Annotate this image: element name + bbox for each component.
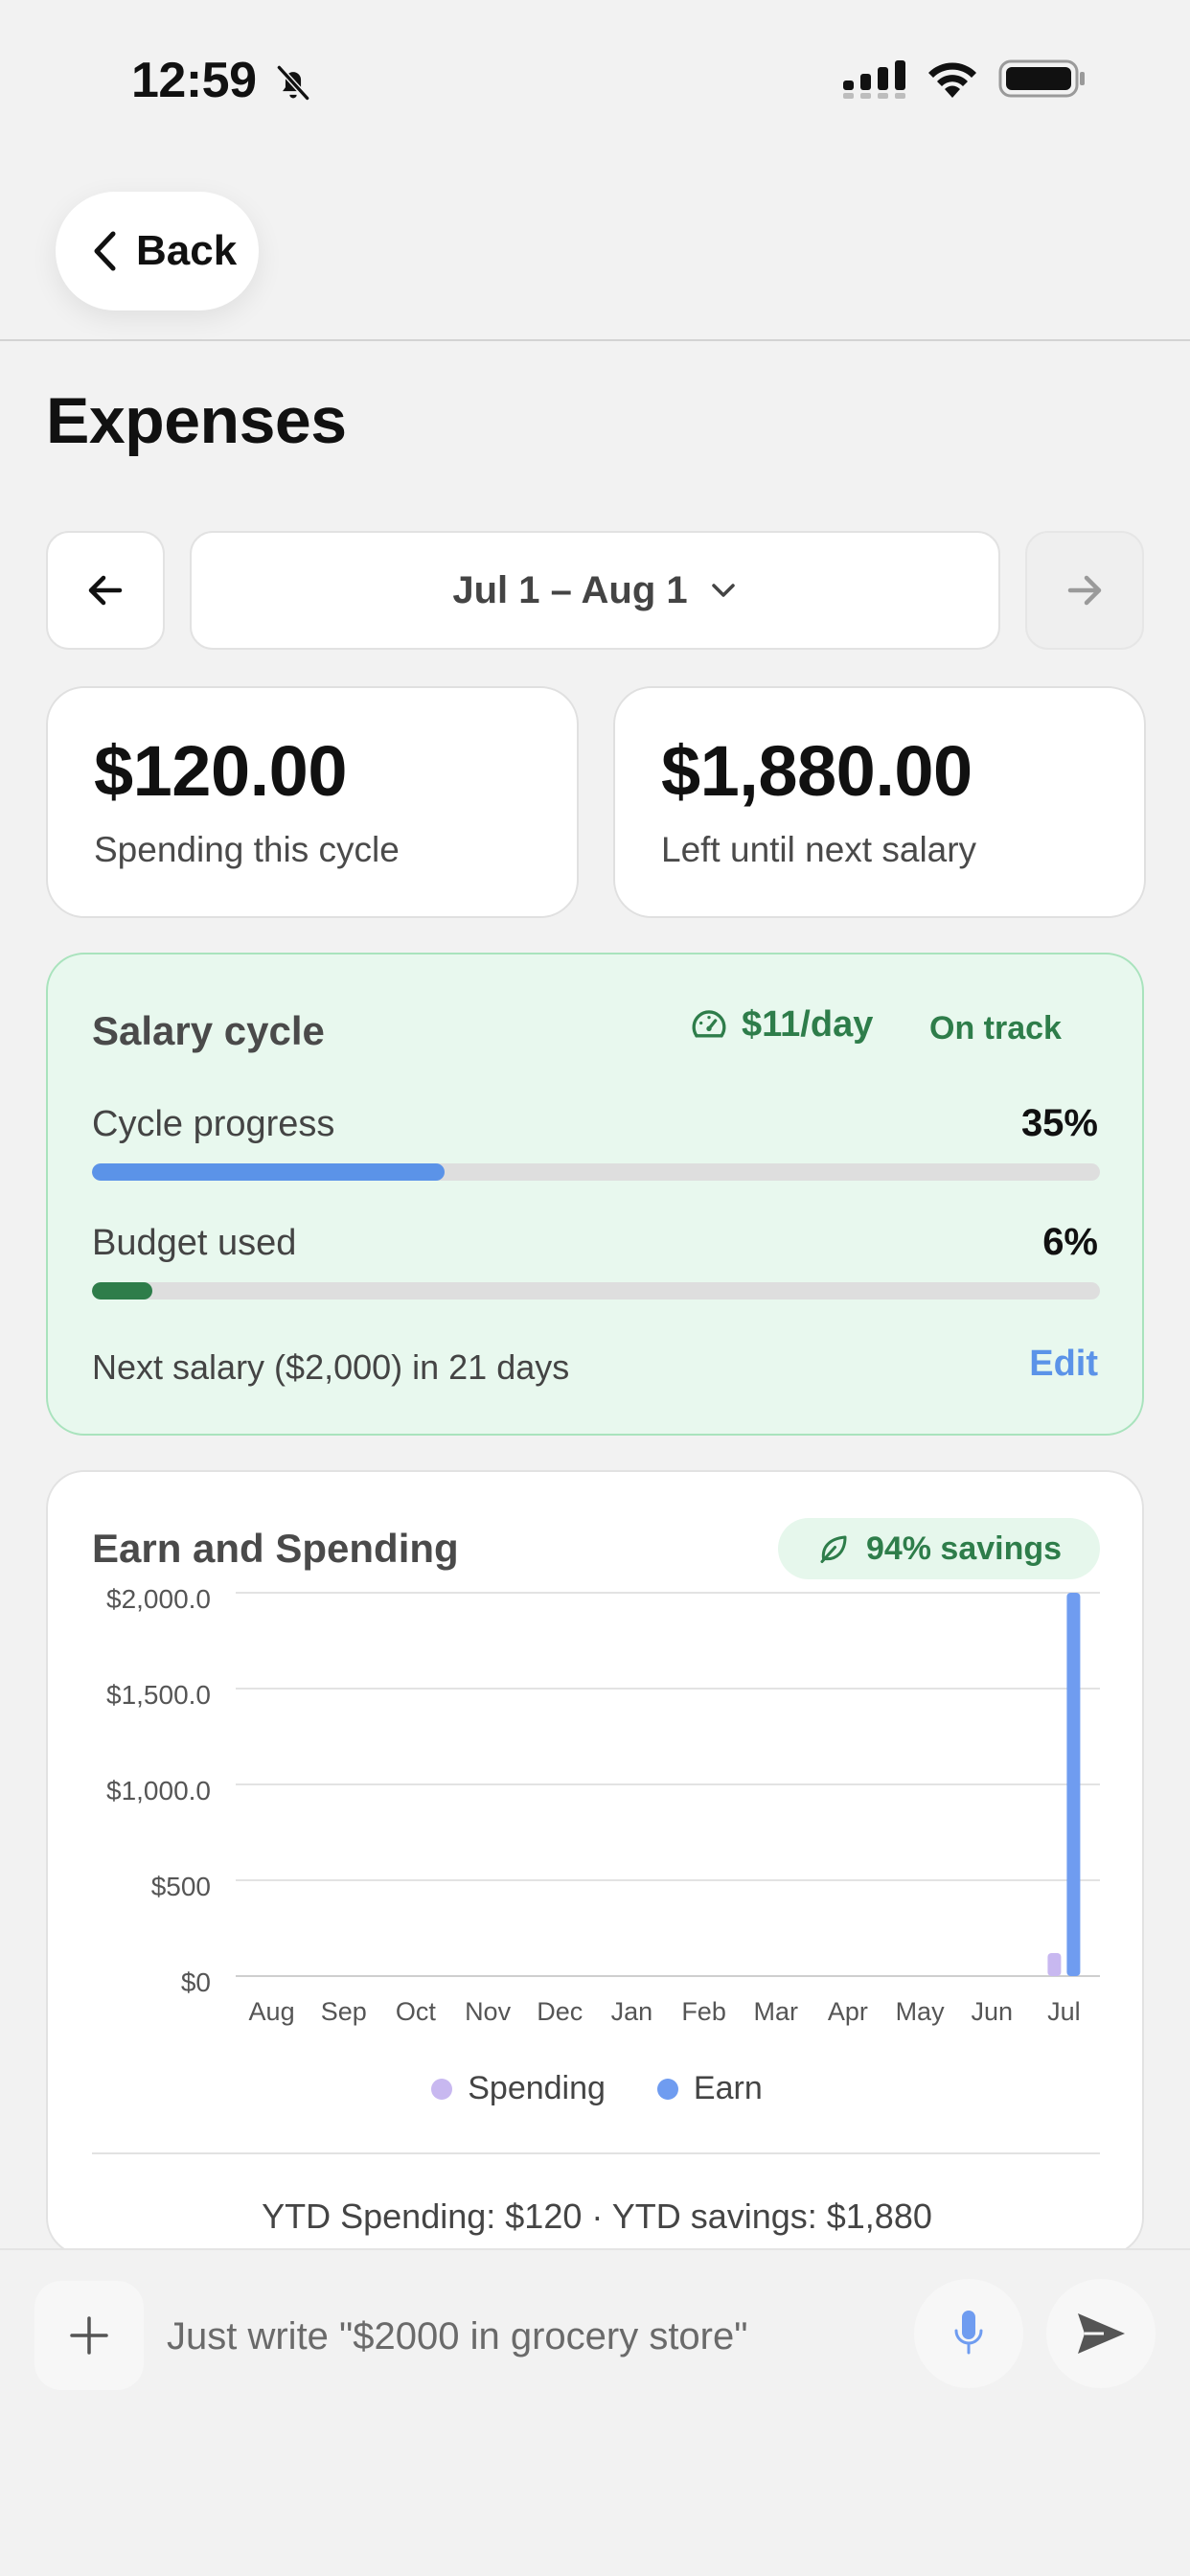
- bar-spending: [1047, 1953, 1062, 1976]
- daily-rate: $11/day: [690, 1004, 873, 1046]
- y-tick-label: $0: [181, 1967, 211, 1997]
- spending-stat-card: $120.00 Spending this cycle: [46, 686, 579, 918]
- x-tick-label: Oct: [396, 1997, 437, 2026]
- bar-earn: [1066, 1593, 1081, 1976]
- bell-muted-icon: [277, 65, 309, 101]
- remaining-label: Left until next salary: [661, 830, 977, 869]
- period-selector[interactable]: Jul 1 – Aug 1: [190, 531, 1000, 650]
- daily-rate-value: $11/day: [742, 1004, 874, 1045]
- header-divider: [0, 339, 1190, 341]
- earn-spending-card: Earn and Spending 94% savings $2,000.0 $1…: [46, 1470, 1144, 2256]
- page-title: Expenses: [46, 384, 347, 457]
- remaining-amount: $1,880.00: [661, 731, 973, 811]
- send-button[interactable]: [1046, 2279, 1156, 2388]
- edit-salary-button[interactable]: Edit: [1029, 1344, 1098, 1385]
- period-label: Jul 1 – Aug 1: [452, 568, 688, 611]
- next-period-button[interactable]: [1025, 531, 1144, 650]
- x-tick-label: Feb: [681, 1997, 726, 2026]
- legend-dot: [431, 2078, 453, 2100]
- back-label: Back: [136, 227, 238, 274]
- budget-used-value: 6%: [1042, 1221, 1098, 1263]
- x-tick-label: May: [896, 1997, 946, 2026]
- microphone-button[interactable]: [914, 2279, 1023, 2388]
- composer-bar: Just write "$2000 in grocery store": [0, 2248, 1190, 2576]
- savings-badge-label: 94% savings: [865, 1530, 1063, 1567]
- expense-input[interactable]: Just write "$2000 in grocery store": [167, 2287, 895, 2386]
- previous-period-button[interactable]: [46, 531, 165, 650]
- savings-badge: 94% savings: [778, 1518, 1100, 1579]
- legend-label: Spending: [468, 2070, 606, 2106]
- budget-used-bar: [92, 1282, 1100, 1300]
- status-time: 12:59: [131, 53, 257, 108]
- x-tick-label: Sep: [321, 1997, 367, 2026]
- x-tick-label: Apr: [828, 1997, 868, 2026]
- budget-used-fill: [92, 1282, 153, 1300]
- earn-spending-chart: $2,000.0 $1,500.0 $1,000.0 $500 $0 Aug Sep Oct N…: [106, 1584, 1100, 2026]
- remaining-stat-card: $1,880.00 Left until next salary: [613, 686, 1146, 918]
- legend-item-spending: Spending: [431, 2070, 606, 2107]
- x-tick-label: Jun: [971, 1997, 1013, 2026]
- status-bar: 12:59: [0, 0, 1190, 153]
- wifi-icon: [928, 62, 976, 98]
- cellular-signal-icon: [843, 60, 905, 99]
- x-tick-label: Jan: [611, 1997, 653, 2026]
- y-tick-label: $1,000.0: [106, 1776, 211, 1806]
- y-tick-label: $1,500.0: [106, 1680, 211, 1710]
- leaf-icon: [820, 1535, 847, 1563]
- salary-cycle-card: Salary cycle $11/day On track Cycle prog…: [46, 953, 1144, 1436]
- back-button[interactable]: Back: [56, 192, 259, 310]
- x-tick-label: Mar: [754, 1997, 799, 2026]
- earn-spending-title: Earn and Spending: [92, 1526, 459, 1571]
- x-tick-label: Dec: [537, 1997, 583, 2026]
- x-tick-label: Nov: [465, 1997, 512, 2026]
- y-tick-label: $2,000.0: [106, 1584, 211, 1614]
- salary-cycle-title: Salary cycle: [92, 1008, 325, 1053]
- next-salary-text: Next salary ($2,000) in 21 days: [92, 1347, 570, 1387]
- legend-item-earn: Earn: [656, 2070, 763, 2107]
- microphone-icon: [954, 2311, 983, 2355]
- spending-label: Spending this cycle: [94, 830, 400, 869]
- chevron-down-icon: [711, 584, 735, 597]
- speedometer-icon: [692, 1009, 726, 1037]
- chart-legend: Spending Earn: [48, 2070, 1142, 2107]
- cycle-progress-label: Cycle progress: [92, 1104, 335, 1144]
- battery-icon: [998, 59, 1085, 98]
- arrow-left-icon: [88, 575, 123, 606]
- spending-amount: $120.00: [94, 731, 348, 811]
- send-icon: [1078, 2313, 1125, 2354]
- add-button[interactable]: [34, 2281, 144, 2390]
- x-tick-label: Jul: [1047, 1997, 1081, 2026]
- legend-dot: [656, 2078, 678, 2100]
- budget-used-label: Budget used: [92, 1223, 297, 1263]
- chart-divider: [92, 2152, 1100, 2154]
- chevron-left-icon: [94, 231, 116, 271]
- x-tick-label: Aug: [249, 1997, 295, 2026]
- cycle-progress-bar: [92, 1163, 1100, 1181]
- y-tick-label: $500: [151, 1872, 211, 1901]
- plus-icon: [70, 2316, 108, 2355]
- status-badge: On track: [929, 1010, 1062, 1046]
- arrow-right-icon: [1067, 575, 1102, 606]
- ytd-summary: YTD Spending: $120 · YTD savings: $1,880: [262, 2196, 932, 2236]
- cycle-progress-value: 35%: [1020, 1102, 1098, 1144]
- legend-label: Earn: [693, 2070, 763, 2106]
- cycle-progress-fill: [92, 1163, 446, 1181]
